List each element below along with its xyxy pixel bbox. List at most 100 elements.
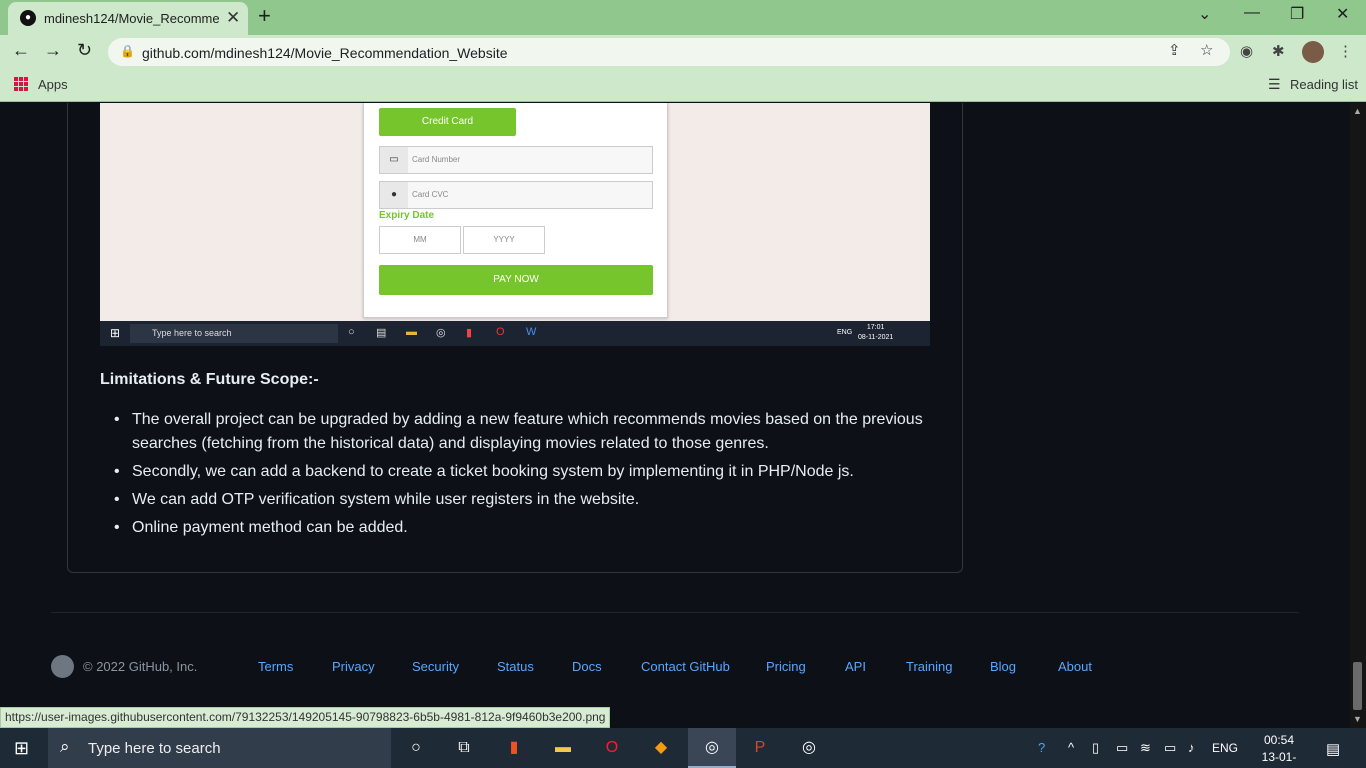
footer-link-terms[interactable]: Terms <box>258 659 293 674</box>
help-icon[interactable]: ? <box>1038 740 1045 755</box>
extensions-icon[interactable]: ✱ <box>1272 42 1285 60</box>
github-logo-icon[interactable] <box>51 655 74 678</box>
payment-screenshot-image[interactable]: Credit Card ▭ Card Number ● Card CVC Exp… <box>100 103 930 346</box>
scroll-up-icon[interactable]: ▲ <box>1353 106 1362 116</box>
windows-start-icon: ⊞ <box>110 326 121 340</box>
footer-link-security[interactable]: Security <box>412 659 459 674</box>
language-indicator[interactable]: ENG <box>1212 741 1238 755</box>
address-bar[interactable]: 🔒 github.com/mdinesh124/Movie_Recommenda… <box>108 38 1230 66</box>
copyright-text: © 2022 GitHub, Inc. <box>83 659 198 674</box>
list-item: We can add OTP verification system while… <box>100 488 930 512</box>
word-icon: W <box>526 326 537 338</box>
battery-icon[interactable]: ▭ <box>1164 740 1176 756</box>
card-cvc-field: ● Card CVC <box>379 181 653 209</box>
tray-chevron-icon[interactable]: ^ <box>1068 740 1074 755</box>
meet-now-icon[interactable]: ▯ <box>1092 740 1099 756</box>
browser-toolbar: ← → ↻ 🔒 github.com/mdinesh124/Movie_Reco… <box>0 35 1366 69</box>
footer-link-status[interactable]: Status <box>497 659 534 674</box>
share-icon[interactable]: ⇪ <box>1168 41 1181 59</box>
card-number-placeholder: Card Number <box>412 155 461 164</box>
close-window-button[interactable]: ✕ <box>1336 4 1349 24</box>
page-scrollbar[interactable] <box>1350 103 1366 728</box>
footer-link-docs[interactable]: Docs <box>572 659 602 674</box>
browser-tab[interactable]: ● mdinesh124/Movie_Recommend ✕ <box>8 2 248 35</box>
scroll-down-icon[interactable]: ▼ <box>1353 714 1362 724</box>
task-view-icon: ▤ <box>376 327 387 339</box>
tab-close-icon[interactable]: ✕ <box>226 8 240 28</box>
lock-icon[interactable]: 🔒 <box>120 44 135 58</box>
camera-icon[interactable]: ◉ <box>1240 42 1253 60</box>
card-cvc-placeholder: Card CVC <box>412 190 449 199</box>
menu-icon[interactable]: ⋮ <box>1338 42 1353 60</box>
scrollbar-thumb[interactable] <box>1353 662 1362 710</box>
github-page: Credit Card ▭ Card Number ● Card CVC Exp… <box>0 103 1350 728</box>
month-field: MM <box>379 226 461 254</box>
chrome-icon[interactable]: ◎ <box>701 737 723 759</box>
tab-title: mdinesh124/Movie_Recommend <box>44 11 220 26</box>
footer-link-blog[interactable]: Blog <box>990 659 1016 674</box>
chrome-profile-icon[interactable]: ◎ <box>798 737 820 759</box>
task-view-icon[interactable]: ⧉ <box>453 737 475 759</box>
minimize-button[interactable]: — <box>1244 4 1260 22</box>
url-text: github.com/mdinesh124/Movie_Recommendati… <box>142 45 508 61</box>
apps-bookmark[interactable]: Apps <box>38 77 68 92</box>
volume-icon[interactable]: ♪ <box>1188 740 1195 755</box>
screenshot-taskbar: ⊞ Type here to search ○ ▤ ▬ ◎ ▮ O W ENG … <box>100 321 930 346</box>
list-item: Online payment method can be added. <box>100 516 930 540</box>
cortana-icon: ○ <box>348 326 355 338</box>
cortana-icon[interactable]: ○ <box>405 737 427 759</box>
footer-link-privacy[interactable]: Privacy <box>332 659 375 674</box>
taskbar-search-placeholder: Type here to search <box>88 740 221 757</box>
file-explorer-icon[interactable]: ▬ <box>552 737 574 759</box>
file-explorer-icon: ▬ <box>406 326 417 338</box>
apps-grid-icon[interactable] <box>14 77 28 91</box>
footer-divider <box>51 612 1299 613</box>
screenshot-time: 17:01 <box>866 324 885 331</box>
office-icon: ▮ <box>466 327 473 339</box>
tab-search-icon[interactable]: ⌄ <box>1198 4 1211 24</box>
reload-button[interactable]: ↻ <box>77 40 92 61</box>
brave-icon[interactable]: ◆ <box>650 737 672 759</box>
clock-date: 13-01-2022 <box>1261 750 1297 768</box>
office-icon[interactable]: ▮ <box>503 737 525 759</box>
opera-icon[interactable]: O <box>601 737 623 759</box>
display-icon[interactable]: ▭ <box>1116 740 1128 756</box>
list-item: Secondly, we can add a backend to create… <box>100 460 930 484</box>
powerpoint-icon[interactable]: P <box>749 737 771 759</box>
footer-link-api[interactable]: API <box>845 659 866 674</box>
windows-taskbar: ⊞ ⌕ Type here to search ○ ⧉ ▮ ▬ O ◆ ◎ P … <box>0 728 1366 768</box>
card-icon: ▭ <box>380 147 408 173</box>
back-button[interactable]: ← <box>12 40 30 61</box>
screenshot-lang: ENG <box>837 329 853 336</box>
taskbar-search-box[interactable]: ⌕ Type here to search <box>48 728 391 768</box>
year-field: YYYY <box>463 226 545 254</box>
chrome-icon: ◎ <box>436 327 446 339</box>
pay-now-button: PAY NOW <box>379 265 653 295</box>
restore-button[interactable]: ❐ <box>1290 4 1304 24</box>
windows-start-button[interactable]: ⊞ <box>14 738 29 759</box>
payment-card: Credit Card ▭ Card Number ● Card CVC Exp… <box>363 103 668 318</box>
screenshot-search-box: Type here to search <box>130 324 338 343</box>
footer-link-about[interactable]: About <box>1058 659 1092 674</box>
user-icon: ● <box>380 182 408 208</box>
opera-icon: O <box>496 326 505 338</box>
footer-link-training[interactable]: Training <box>906 659 952 674</box>
reading-list-button[interactable]: Reading list <box>1290 77 1358 92</box>
forward-button[interactable]: → <box>44 40 62 61</box>
limitations-heading: Limitations & Future Scope:- <box>100 371 319 388</box>
notifications-icon[interactable]: ▤ <box>1326 740 1340 758</box>
new-tab-button[interactable]: + <box>258 3 271 29</box>
list-item: The overall project can be upgraded by a… <box>100 408 930 456</box>
wifi-icon[interactable]: ≋ <box>1140 740 1151 756</box>
search-icon: ⌕ <box>60 737 70 756</box>
taskbar-clock[interactable]: 00:54 13-01-2022 <box>1249 732 1309 768</box>
status-bar-url: https://user-images.githubusercontent.co… <box>0 707 611 728</box>
footer-link-pricing[interactable]: Pricing <box>766 659 806 674</box>
reading-list-icon[interactable]: ☰ <box>1268 76 1281 93</box>
bookmark-star-icon[interactable]: ☆ <box>1200 41 1213 59</box>
footer-link-contact[interactable]: Contact GitHub <box>641 659 730 674</box>
limitations-list: The overall project can be upgraded by a… <box>100 408 930 544</box>
screenshot-date: 08-11-2021 <box>858 334 894 341</box>
profile-avatar[interactable] <box>1302 41 1324 63</box>
tab-strip: ● mdinesh124/Movie_Recommend ✕ + ⌄ — ❐ ✕ <box>0 0 1366 35</box>
